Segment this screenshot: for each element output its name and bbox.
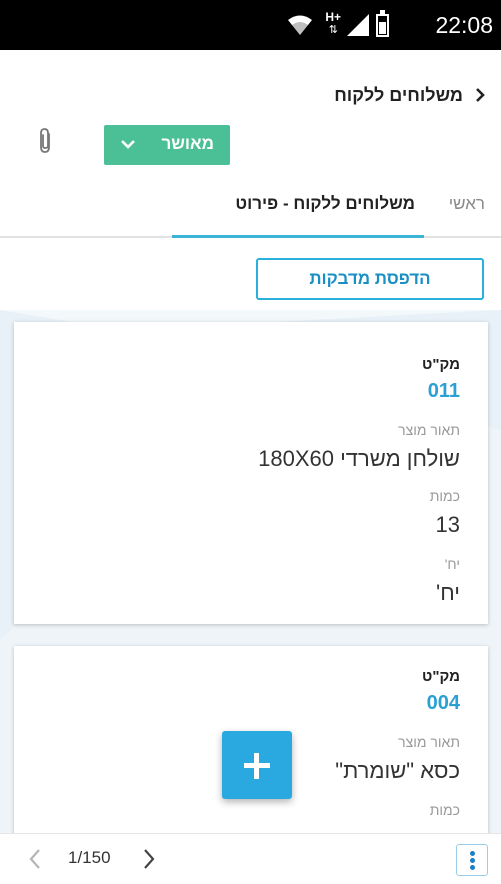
more-vertical-icon bbox=[470, 851, 475, 856]
sku-label: מק"ט bbox=[422, 668, 460, 685]
signal-icon bbox=[347, 14, 369, 36]
tab-shipments-detail[interactable]: משלוחים ללקוח - פירוט bbox=[235, 194, 415, 214]
back-navigation[interactable]: משלוחים ללקוח bbox=[334, 82, 489, 108]
add-button[interactable] bbox=[222, 731, 292, 799]
description-value: שולחן משרדי 180X60 bbox=[258, 446, 460, 471]
chevron-right-icon[interactable] bbox=[140, 847, 158, 871]
clock: 22:08 bbox=[435, 12, 493, 38]
item-card[interactable]: מק"ט 011 תאור מוצר שולחן משרדי 180X60 כמ… bbox=[14, 322, 488, 624]
network-type: H+ bbox=[325, 10, 341, 24]
page-title: משלוחים ללקוח bbox=[334, 84, 463, 105]
page-indicator: 1/150 bbox=[68, 848, 111, 867]
tab-main[interactable]: ראשי bbox=[449, 194, 485, 214]
status-bar: H+ ⇅ 22:08 bbox=[0, 0, 501, 50]
active-tab-indicator bbox=[172, 235, 424, 238]
tab-bar: ראשי משלוחים ללקוח - פירוט bbox=[0, 180, 501, 238]
sku-label: מק"ט bbox=[422, 356, 460, 373]
chevron-left-icon[interactable] bbox=[26, 847, 44, 871]
quantity-value: 13 bbox=[435, 512, 460, 537]
pager-bar: 1/150 bbox=[0, 833, 501, 884]
sku-value: 011 bbox=[427, 380, 460, 402]
chevron-right-icon[interactable] bbox=[471, 86, 489, 104]
description-label: תאור מוצר bbox=[398, 422, 460, 438]
sku-value: 004 bbox=[426, 692, 460, 714]
status-select[interactable]: מאושר bbox=[104, 125, 230, 165]
chevron-down-icon bbox=[121, 140, 135, 149]
data-arrows-icon: ⇅ bbox=[328, 24, 338, 36]
quantity-label: כמות bbox=[429, 488, 460, 504]
battery-icon bbox=[376, 10, 389, 37]
print-labels-button[interactable]: הדפסת מדבקות bbox=[256, 258, 484, 300]
description-label: תאור מוצר bbox=[398, 734, 460, 750]
wifi-icon bbox=[288, 15, 312, 35]
unit-label: יח' bbox=[444, 556, 460, 572]
paperclip-icon[interactable] bbox=[36, 127, 56, 155]
unit-value: יח' bbox=[436, 580, 460, 605]
quantity-label: כמות bbox=[429, 802, 460, 818]
description-value: כסא "שומרת" bbox=[335, 758, 460, 783]
more-options-button[interactable] bbox=[456, 844, 488, 876]
status-select-value: מאושר bbox=[161, 134, 214, 153]
